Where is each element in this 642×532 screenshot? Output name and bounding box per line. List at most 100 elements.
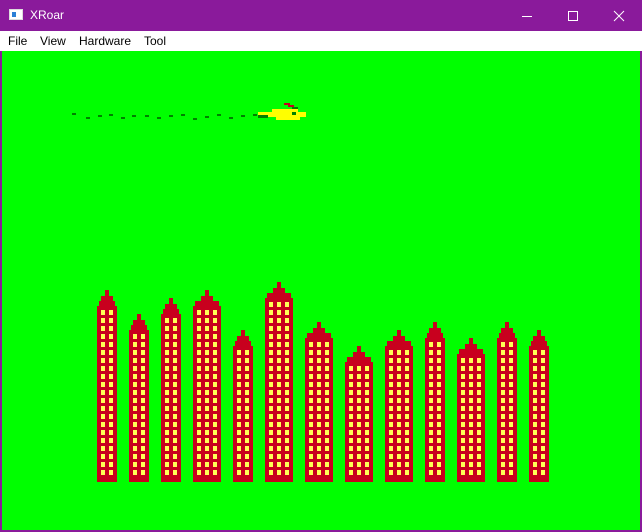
building-window bbox=[541, 358, 545, 363]
building-window bbox=[429, 398, 433, 403]
building-window bbox=[325, 350, 329, 355]
building-window bbox=[277, 398, 281, 403]
building-6 bbox=[265, 282, 293, 482]
building-window bbox=[277, 414, 281, 419]
building-window bbox=[325, 358, 329, 363]
building-window bbox=[397, 350, 401, 355]
building-window bbox=[277, 342, 281, 347]
building-window bbox=[197, 326, 201, 331]
building-window bbox=[469, 382, 473, 387]
title-bar[interactable]: XRoar bbox=[0, 0, 642, 31]
building-window bbox=[165, 414, 169, 419]
building-window bbox=[213, 446, 217, 451]
building-window bbox=[205, 358, 209, 363]
building-window bbox=[165, 374, 169, 379]
building-window bbox=[245, 422, 249, 427]
building-window bbox=[133, 390, 137, 395]
building-window bbox=[197, 318, 201, 323]
building-window bbox=[501, 470, 505, 475]
smoke-puff bbox=[217, 114, 221, 116]
building-13 bbox=[529, 330, 549, 482]
building-window bbox=[133, 414, 137, 419]
building-window bbox=[429, 430, 433, 435]
building-window bbox=[277, 310, 281, 315]
building-window bbox=[541, 454, 545, 459]
building-window bbox=[501, 350, 505, 355]
building-window bbox=[285, 310, 289, 315]
building-window bbox=[269, 446, 273, 451]
building-window bbox=[109, 334, 113, 339]
building-window bbox=[389, 398, 393, 403]
building-window bbox=[429, 382, 433, 387]
building-window bbox=[389, 430, 393, 435]
minimize-button[interactable] bbox=[504, 0, 550, 31]
building-body bbox=[97, 306, 117, 482]
building-9 bbox=[385, 330, 413, 482]
building-window bbox=[141, 390, 145, 395]
building-window bbox=[533, 374, 537, 379]
building-window bbox=[213, 358, 217, 363]
building-window bbox=[541, 350, 545, 355]
building-window bbox=[437, 446, 441, 451]
building-window bbox=[541, 438, 545, 443]
building-window bbox=[101, 390, 105, 395]
building-window bbox=[101, 398, 105, 403]
building-window bbox=[245, 366, 249, 371]
building-window bbox=[205, 342, 209, 347]
building-window bbox=[165, 446, 169, 451]
building-window bbox=[405, 350, 409, 355]
building-window bbox=[397, 454, 401, 459]
menu-hardware[interactable]: Hardware bbox=[79, 34, 131, 48]
plane-cabin bbox=[272, 109, 298, 112]
building-window bbox=[357, 366, 361, 371]
building-window bbox=[541, 430, 545, 435]
building-window bbox=[245, 462, 249, 467]
building-window bbox=[309, 342, 313, 347]
building-window bbox=[389, 390, 393, 395]
building-roof-lower bbox=[347, 357, 371, 362]
building-window bbox=[205, 382, 209, 387]
building-window bbox=[101, 350, 105, 355]
building-window bbox=[213, 430, 217, 435]
menu-file[interactable]: File bbox=[8, 34, 27, 48]
building-window bbox=[285, 342, 289, 347]
building-window bbox=[269, 302, 273, 307]
building-window bbox=[397, 374, 401, 379]
building-window bbox=[397, 462, 401, 467]
building-window bbox=[357, 462, 361, 467]
building-window bbox=[429, 422, 433, 427]
building-window bbox=[461, 358, 465, 363]
menu-tool[interactable]: Tool bbox=[144, 34, 166, 48]
maximize-button[interactable] bbox=[550, 0, 596, 31]
building-window bbox=[309, 414, 313, 419]
close-button[interactable] bbox=[596, 0, 642, 31]
building-window bbox=[285, 438, 289, 443]
plane-mast bbox=[292, 107, 298, 109]
building-window bbox=[285, 398, 289, 403]
building-window bbox=[269, 414, 273, 419]
building-window bbox=[141, 414, 145, 419]
building-window bbox=[269, 374, 273, 379]
menu-view[interactable]: View bbox=[40, 34, 66, 48]
building-window bbox=[133, 454, 137, 459]
building-window bbox=[461, 374, 465, 379]
building-window bbox=[133, 430, 137, 435]
building-roof-lower bbox=[531, 341, 547, 346]
window-title: XRoar bbox=[30, 8, 65, 22]
smoke-puff bbox=[169, 115, 173, 117]
building-window bbox=[437, 414, 441, 419]
emulator-screen[interactable] bbox=[2, 51, 640, 530]
building-window bbox=[509, 342, 513, 347]
building-window bbox=[533, 398, 537, 403]
building-window bbox=[509, 366, 513, 371]
building-window bbox=[397, 406, 401, 411]
building-window bbox=[357, 430, 361, 435]
building-window bbox=[477, 406, 481, 411]
building-window bbox=[397, 438, 401, 443]
building-window bbox=[533, 446, 537, 451]
building-window bbox=[325, 470, 329, 475]
building-roof-lower bbox=[387, 341, 411, 346]
building-window bbox=[437, 422, 441, 427]
building-window bbox=[501, 342, 505, 347]
building-window bbox=[109, 438, 113, 443]
